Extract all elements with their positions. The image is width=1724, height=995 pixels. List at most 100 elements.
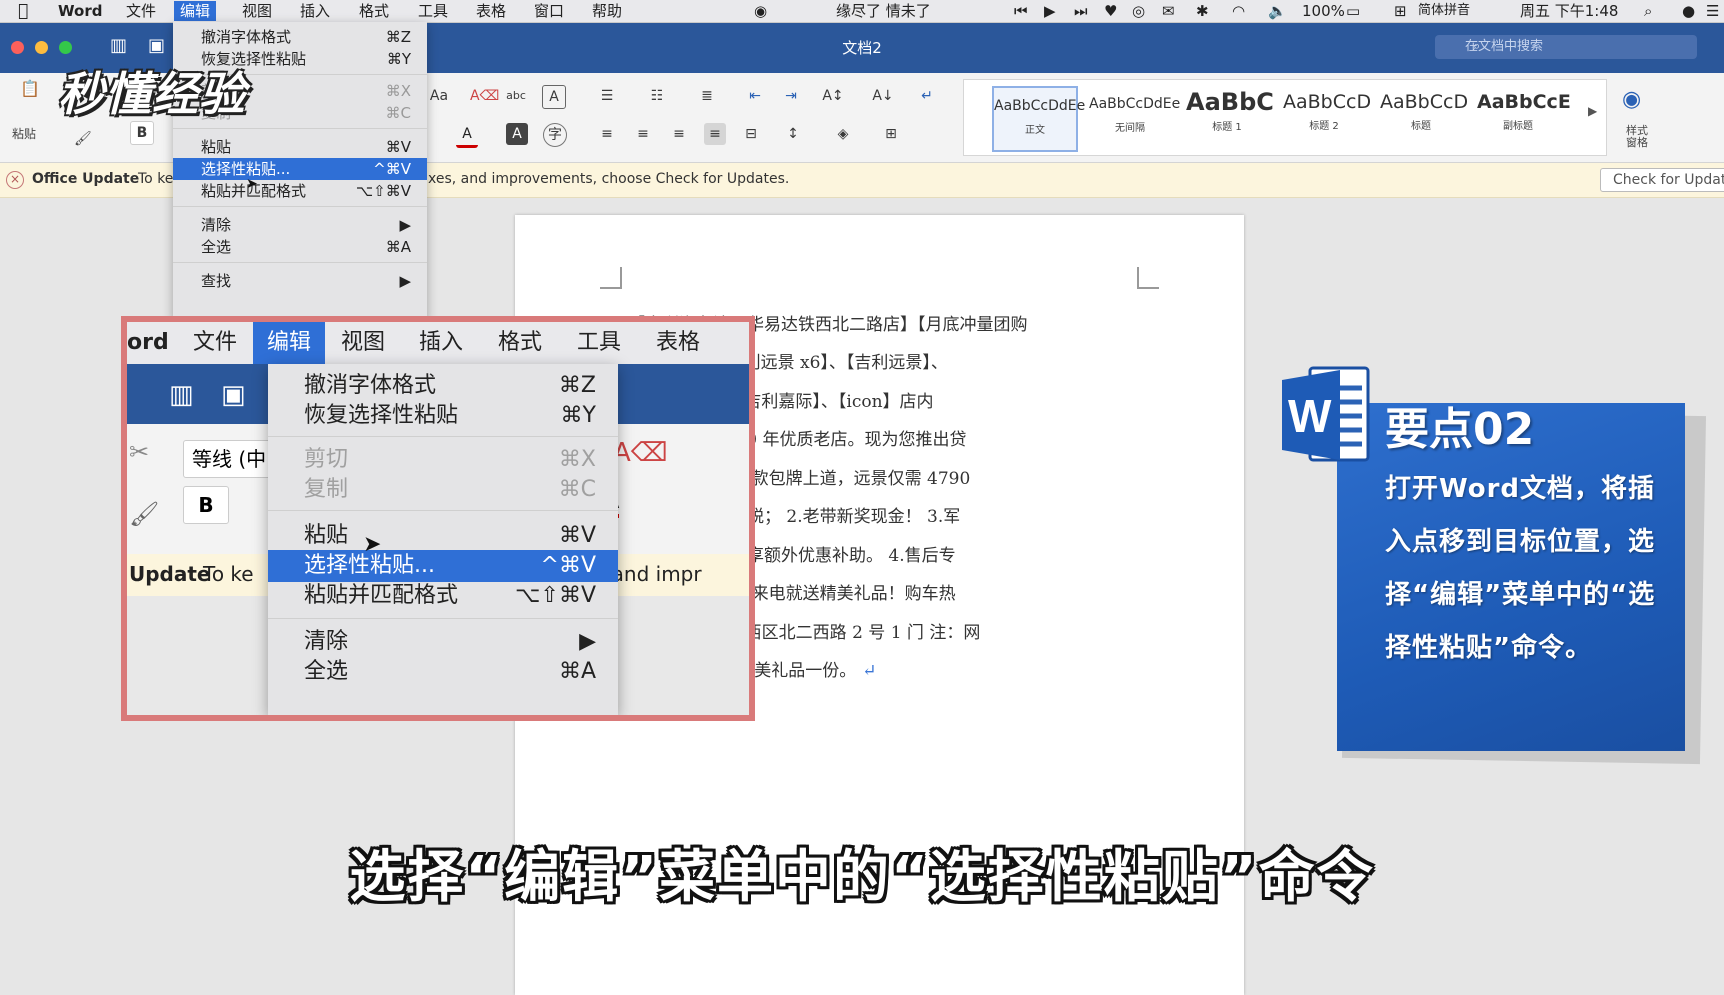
inset-menu-view[interactable]: 视图 <box>327 322 399 364</box>
menu-item-shortcut: ⌘Y <box>560 403 596 428</box>
menu-item-copy[interactable]: 复制 ⌘C <box>268 474 618 506</box>
clear-format-icon[interactable]: A⌫ <box>613 438 668 468</box>
style-heading-1[interactable]: AaBbC 标题 1 <box>1186 86 1274 148</box>
heart-icon[interactable]: ♥ <box>1098 1 1123 21</box>
align-left-icon[interactable]: ≡ <box>596 123 618 145</box>
next-track-icon[interactable]: ⏭ <box>1068 1 1094 21</box>
menu-item-select-all[interactable]: 全选 ⌘A <box>268 656 618 688</box>
menu-item-find[interactable]: 查找 ▶ <box>173 270 427 292</box>
inset-menu-file[interactable]: 文件 <box>179 322 251 364</box>
style-heading-2[interactable]: AaBbCcD 标题 2 <box>1283 86 1371 148</box>
close-update-icon[interactable]: × <box>6 171 24 189</box>
spotlight-icon[interactable]: ⌕ <box>1638 1 1658 21</box>
menu-view[interactable]: 视图 <box>236 1 278 21</box>
menu-item-paste-match[interactable]: 粘贴并匹配格式 ⌥⇧⌘V <box>268 580 618 612</box>
inset-menu-insert[interactable]: 插入 <box>405 322 477 364</box>
menu-window[interactable]: 窗口 <box>528 1 570 21</box>
inset-menu-table[interactable]: 表格 <box>642 322 714 364</box>
menu-item-select-all[interactable]: 全选 ⌘A <box>173 236 427 258</box>
menu-item-paste[interactable]: 粘贴 ⌘V <box>268 520 618 552</box>
menu-edit[interactable]: 编辑 <box>174 1 217 21</box>
style-subtitle[interactable]: AaBbCcE 副标题 <box>1477 86 1571 148</box>
sort-icon[interactable]: A↓ <box>872 85 894 107</box>
align-right-icon[interactable]: ≡ <box>668 123 690 145</box>
distributed-icon[interactable]: ⊟ <box>740 123 762 145</box>
font-name-field[interactable]: 等线 (中 <box>183 440 277 478</box>
clear-format-icon[interactable]: A⌫ <box>470 85 499 107</box>
input-method-icon[interactable]: ⊞ <box>1388 1 1413 21</box>
inset-menu-edit[interactable]: 编辑 <box>253 322 326 364</box>
style-normal[interactable]: AaBbCcDdEe 正文 <box>992 86 1085 152</box>
apple-icon[interactable]:  <box>12 1 34 21</box>
sidebar-toggle-icon[interactable]: ▥ <box>169 380 194 410</box>
siri-icon[interactable]: ● <box>1676 1 1701 21</box>
menu-app[interactable]: Word <box>52 1 108 21</box>
menu-item-undo[interactable]: 撤消字体格式 ⌘Z <box>268 370 618 402</box>
previous-track-icon[interactable]: ⏮ <box>1008 1 1034 21</box>
bold-button[interactable]: B <box>183 486 229 524</box>
style-no-spacing[interactable]: AaBbCcDdEe 无间隔 <box>1089 86 1180 148</box>
wechat-icon[interactable]: ✉ <box>1156 1 1181 21</box>
styles-more-icon[interactable]: ▶ <box>1588 104 1597 118</box>
cut-icon[interactable]: ✂ <box>129 438 149 466</box>
enclose-char-icon[interactable]: 字 <box>543 123 567 147</box>
play-icon[interactable]: ▶ <box>1038 1 1062 21</box>
sync-icon[interactable]: ◎ <box>1126 1 1151 21</box>
inset-menu-app[interactable]: ord <box>127 322 183 364</box>
wifi-icon[interactable]: ◠ <box>1226 1 1251 21</box>
change-case-icon[interactable]: Aa <box>428 85 450 107</box>
menu-tools[interactable]: 工具 <box>412 1 454 21</box>
shading-icon[interactable]: ◈ <box>832 123 854 145</box>
save-icon[interactable]: ▣ <box>221 380 246 410</box>
align-center-icon[interactable]: ≡ <box>632 123 654 145</box>
styles-pane-label[interactable]: 样式窗格 <box>1622 125 1652 149</box>
notification-icon[interactable]: ☰ <box>1700 1 1724 21</box>
justify-icon[interactable]: ≡ <box>704 123 726 145</box>
menu-format[interactable]: 格式 <box>353 1 395 21</box>
input-method-label[interactable]: 简体拼音 <box>1412 1 1476 21</box>
inset-menubar: ord 文件 编辑 视图 插入 格式 工具 表格 <box>127 322 749 364</box>
volume-icon[interactable]: 🔈 <box>1262 1 1293 21</box>
paste-icon[interactable]: 📋 <box>10 79 50 98</box>
numbering-icon[interactable]: ☷ <box>646 85 668 107</box>
menu-item-paste-match[interactable]: 粘贴并匹配格式 ⌥⇧⌘V <box>173 180 427 202</box>
increase-indent-icon[interactable]: ⇥ <box>780 85 802 107</box>
clock[interactable]: 周五 下午1:48 <box>1514 1 1624 21</box>
bullets-icon[interactable]: ☰ <box>596 85 618 107</box>
borders-icon[interactable]: ⊞ <box>880 123 902 145</box>
spelling-icon[interactable]: abc <box>505 85 527 107</box>
menu-item-clear[interactable]: 清除 ▶ <box>173 214 427 236</box>
menu-item-shortcut: ⌘V <box>558 523 596 548</box>
font-color-icon[interactable]: A <box>456 123 478 148</box>
menu-item-paste[interactable]: 粘贴 ⌘V <box>173 136 427 158</box>
menu-table[interactable]: 表格 <box>470 1 512 21</box>
line-spacing-icon[interactable]: ↕ <box>782 123 804 145</box>
text-direction-icon[interactable]: A↕ <box>822 85 844 107</box>
menu-item-undo[interactable]: 撤消字体格式 ⌘Z <box>173 26 427 48</box>
menu-item-redo[interactable]: 恢复选择性粘贴 ⌘Y <box>268 400 618 432</box>
inset-menu-tools[interactable]: 工具 <box>563 322 635 364</box>
menu-item-paste-special[interactable]: 选择性粘贴... ^⌘V <box>173 158 427 180</box>
battery-icon[interactable]: ▭ <box>1340 1 1366 21</box>
text-border-icon[interactable]: A <box>542 85 566 109</box>
menu-item-clear[interactable]: 清除 ▶ <box>268 626 618 658</box>
menu-item-paste-special[interactable]: 选择性粘贴... ^⌘V <box>268 550 618 582</box>
check-for-updates-button[interactable]: Check for Updat <box>1600 168 1724 192</box>
menu-file[interactable]: 文件 <box>120 1 162 21</box>
highlight-icon[interactable]: A <box>506 123 528 145</box>
paste-button-label[interactable]: 粘贴 <box>12 125 36 142</box>
search-input[interactable]: ⌕ 在文档中搜索 <box>1435 35 1697 59</box>
decrease-indent-icon[interactable]: ⇤ <box>744 85 766 107</box>
show-marks-icon[interactable]: ↵ <box>916 85 938 107</box>
menu-help[interactable]: 帮助 <box>586 1 628 21</box>
styles-pane-icon[interactable]: ◉ <box>1622 87 1641 112</box>
bluetooth-icon[interactable]: ✱ <box>1190 1 1215 21</box>
format-painter-icon[interactable]: 🖌 <box>129 500 159 528</box>
menu-insert[interactable]: 插入 <box>294 1 336 21</box>
multilevel-list-icon[interactable]: ≣ <box>696 85 718 107</box>
inset-menu-format[interactable]: 格式 <box>484 322 556 364</box>
music-icon[interactable]: ◉ <box>748 1 773 21</box>
menu-item-cut[interactable]: 剪切 ⌘X <box>268 444 618 476</box>
format-painter-icon[interactable]: 🖌 <box>74 131 92 147</box>
style-title[interactable]: AaBbCcD 标题 <box>1380 86 1468 148</box>
